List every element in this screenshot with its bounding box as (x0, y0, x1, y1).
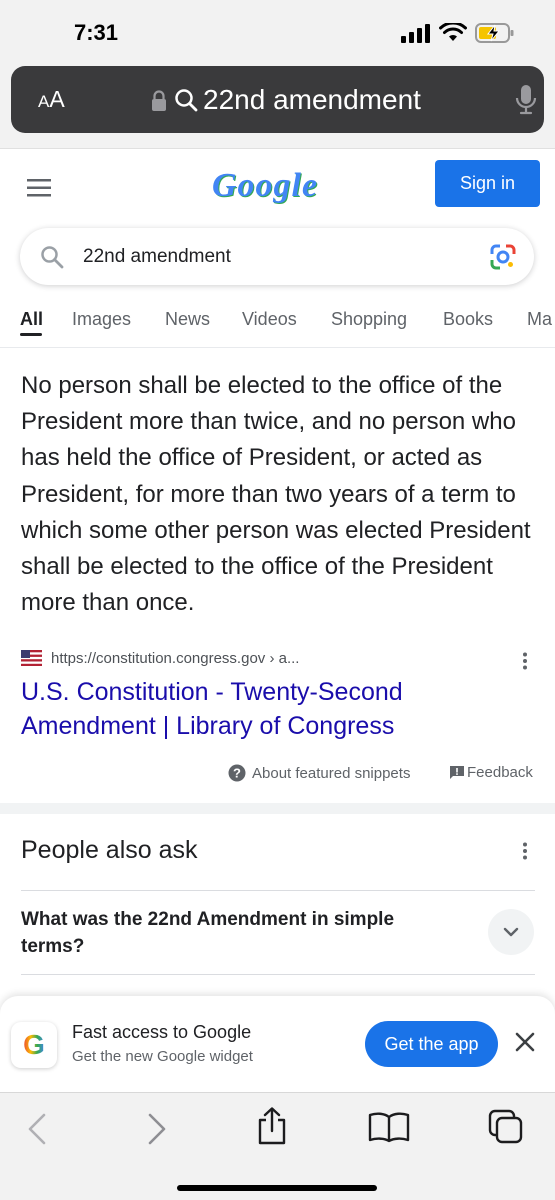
cellular-signal-icon (401, 24, 430, 43)
tab-news[interactable]: News (165, 309, 210, 330)
feedback-label: Feedback (467, 764, 533, 781)
get-the-app-button[interactable]: Get the app (365, 1021, 498, 1067)
status-bar: 7:31 (0, 0, 555, 62)
tab-shopping[interactable]: Shopping (331, 309, 407, 330)
address-bar[interactable]: AA 22nd amendment (11, 66, 544, 133)
forward-icon[interactable] (147, 1113, 167, 1145)
share-icon[interactable] (256, 1107, 288, 1145)
browser-top-bar: AA 22nd amendment (0, 62, 555, 148)
feedback-icon (450, 765, 464, 779)
tabs-icon[interactable] (488, 1109, 524, 1145)
battery-charging-icon (475, 23, 514, 43)
paa-expand-button[interactable] (488, 909, 534, 955)
app-promo-banner: G Fast access to Google Get the new Goog… (0, 996, 555, 1092)
source-url[interactable]: https://constitution.congress.gov › a... (51, 650, 299, 667)
help-circle-icon: ? (228, 764, 246, 782)
us-flag-icon (21, 650, 42, 666)
microphone-icon[interactable] (515, 84, 537, 116)
paa-divider (21, 890, 535, 891)
status-icons (401, 22, 515, 44)
search-box[interactable]: 22nd amendment (20, 228, 534, 285)
google-logo-text: Google (212, 167, 319, 204)
home-indicator (177, 1185, 377, 1191)
featured-snippet-text: No person shall be elected to the office… (21, 372, 531, 617)
more-options-icon[interactable] (522, 652, 528, 670)
google-header: Google Sign in (0, 148, 555, 218)
search-tabs: All Images News Videos Shopping Books Ma (0, 300, 555, 348)
text-size-small-a: A (38, 92, 50, 111)
google-doodle-logo[interactable]: Google (212, 167, 318, 205)
text-size-large-a: A (49, 86, 65, 112)
tab-videos[interactable]: Videos (242, 309, 297, 330)
paa-divider (21, 974, 535, 975)
close-icon[interactable] (514, 1031, 536, 1053)
sign-in-button[interactable]: Sign in (435, 160, 540, 207)
google-app-icon: G (11, 1022, 57, 1068)
search-icon (41, 246, 64, 269)
promo-subtitle: Get the new Google widget (72, 1048, 253, 1065)
tab-all[interactable]: All (20, 309, 43, 330)
promo-title: Fast access to Google (72, 1022, 252, 1042)
result-title-link[interactable]: U.S. Constitution - Twenty-Second Amendm… (21, 675, 521, 743)
active-tab-indicator (20, 333, 42, 336)
google-g-letter: G (23, 1029, 45, 1060)
back-icon[interactable] (27, 1113, 47, 1145)
hamburger-menu-icon[interactable] (27, 179, 51, 197)
tab-maps[interactable]: Ma (527, 309, 552, 330)
chevron-down-icon (503, 927, 519, 937)
people-also-ask-title: People also ask (21, 836, 198, 864)
lock-icon (152, 90, 166, 111)
section-divider (0, 803, 555, 814)
svg-text:?: ? (233, 766, 241, 781)
snippet-footer: ? About featured snippets Feedback (0, 762, 555, 786)
tab-books[interactable]: Books (443, 309, 493, 330)
paa-question[interactable]: What was the 22nd Amendment in simple te… (21, 906, 451, 960)
url-field-text[interactable]: 22nd amendment (203, 84, 421, 116)
search-input[interactable]: 22nd amendment (83, 246, 231, 268)
google-lens-icon[interactable] (489, 243, 517, 271)
feedback-link[interactable]: Feedback (449, 764, 533, 781)
about-featured-snippets[interactable]: ? About featured snippets (228, 764, 410, 782)
bookmarks-icon[interactable] (368, 1111, 410, 1143)
text-size-button[interactable]: AA (38, 86, 65, 113)
paa-more-options-icon[interactable] (522, 842, 528, 860)
wifi-icon (439, 23, 467, 41)
browser-toolbar (0, 1092, 555, 1200)
snippet-source[interactable]: https://constitution.congress.gov › a... (21, 650, 536, 670)
status-time: 7:31 (74, 20, 119, 45)
tab-images[interactable]: Images (72, 309, 131, 330)
about-snippets-label: About featured snippets (252, 764, 411, 782)
search-icon (175, 89, 198, 112)
